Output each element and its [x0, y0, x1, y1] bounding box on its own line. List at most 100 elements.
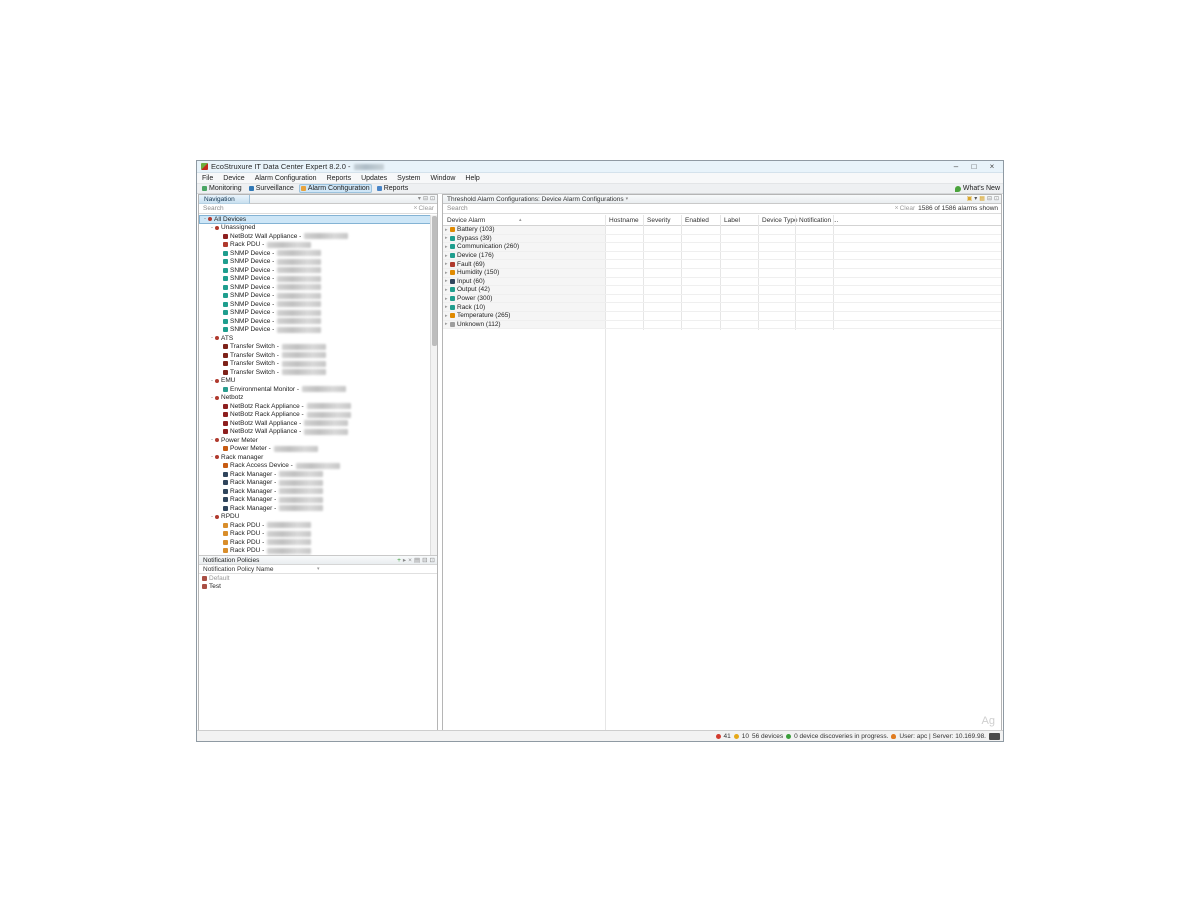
- menu-item[interactable]: Alarm Configuration: [255, 175, 317, 182]
- device-tree-item[interactable]: Rack Manager -: [199, 496, 431, 505]
- menu-item[interactable]: Reports: [327, 175, 352, 182]
- device-tree-item[interactable]: Transfer Switch -: [199, 343, 431, 352]
- device-tree-item[interactable]: SNMP Device -: [199, 275, 431, 284]
- maximize-view-icon[interactable]: ⊡: [994, 195, 999, 204]
- device-tree-item[interactable]: - Netbotz: [199, 394, 431, 403]
- filter-icon[interactable]: ▦: [979, 195, 985, 204]
- device-tree-item[interactable]: Environmental Monitor -: [199, 385, 431, 394]
- device-tree-item[interactable]: Rack Manager -: [199, 479, 431, 488]
- device-tree-item[interactable]: - EMU: [199, 377, 431, 386]
- tree-scrollbar[interactable]: [430, 215, 437, 555]
- menu-item[interactable]: File: [202, 175, 213, 182]
- perspective-button[interactable]: Reports: [375, 184, 411, 193]
- alarm-group-row[interactable]: ▸ Output (42): [443, 286, 1001, 295]
- menu-item[interactable]: Updates: [361, 175, 387, 182]
- device-tree-item[interactable]: Rack Access Device -: [199, 462, 431, 471]
- device-tree-item[interactable]: SNMP Device -: [199, 309, 431, 318]
- maximize-button[interactable]: □: [965, 161, 983, 173]
- menu-item[interactable]: Window: [431, 175, 456, 182]
- column-header[interactable]: Device Alarm: [447, 215, 485, 226]
- minimize-view-icon[interactable]: ⊟: [987, 195, 992, 204]
- device-tree-item[interactable]: NetBotz Wall Appliance -: [199, 428, 431, 437]
- column-header[interactable]: Device Type: [762, 215, 798, 226]
- menu-item[interactable]: System: [397, 175, 420, 182]
- device-tree-item[interactable]: NetBotz Wall Appliance -: [199, 419, 431, 428]
- clear-search-icon[interactable]: ×: [413, 205, 417, 212]
- device-tree-item[interactable]: Rack PDU -: [199, 538, 431, 547]
- device-tree-item[interactable]: - All Devices: [199, 215, 431, 224]
- collapse-all-icon[interactable]: ▾: [418, 195, 421, 204]
- device-tree-item[interactable]: Rack Manager -: [199, 470, 431, 479]
- alarm-group-row[interactable]: ▸ Device (176): [443, 252, 1001, 261]
- perspective-button[interactable]: Surveillance: [247, 184, 296, 193]
- whats-new-link[interactable]: What's New: [955, 185, 1000, 192]
- device-tree-item[interactable]: NetBotz Rack Appliance -: [199, 411, 431, 420]
- view-menu-icon[interactable]: ▾: [974, 195, 977, 204]
- device-tree-item[interactable]: Transfer Switch -: [199, 368, 431, 377]
- scrollbar-thumb[interactable]: [432, 216, 437, 346]
- alarm-group-row[interactable]: ▸ Input (60): [443, 278, 1001, 287]
- device-tree-item[interactable]: Power Meter -: [199, 445, 431, 454]
- device-tree-item[interactable]: - Power Meter: [199, 436, 431, 445]
- device-tree-item[interactable]: SNMP Device -: [199, 292, 431, 301]
- maximize-view-icon[interactable]: ⊡: [430, 195, 435, 204]
- alarm-group-row[interactable]: ▸ Communication (260): [443, 243, 1001, 252]
- alarm-view-title[interactable]: Threshold Alarm Configurations: Device A…: [443, 196, 624, 203]
- minimize-button[interactable]: –: [947, 161, 965, 173]
- policy-row[interactable]: Test: [199, 583, 437, 592]
- device-tree-item[interactable]: - Unassigned: [199, 224, 431, 233]
- new-threshold-icon[interactable]: ▣: [967, 195, 973, 204]
- column-header[interactable]: Enabled: [685, 215, 709, 226]
- device-tree-item[interactable]: - Rack manager: [199, 453, 431, 462]
- device-tree-item[interactable]: Rack PDU -: [199, 530, 431, 539]
- device-tree-item[interactable]: SNMP Device -: [199, 266, 431, 275]
- device-tree-item[interactable]: SNMP Device -: [199, 258, 431, 267]
- alarm-search-input[interactable]: [443, 204, 894, 213]
- clear-alarm-search-button[interactable]: Clear: [900, 205, 916, 212]
- column-header[interactable]: Severity: [647, 215, 670, 226]
- device-tree-item[interactable]: Transfer Switch -: [199, 351, 431, 360]
- device-tree-item[interactable]: Transfer Switch -: [199, 360, 431, 369]
- perspective-button[interactable]: Alarm Configuration: [299, 184, 372, 193]
- device-tree-item[interactable]: Rack PDU -: [199, 521, 431, 530]
- chevron-down-icon[interactable]: ▾: [626, 196, 629, 202]
- redacted-ip: [274, 446, 318, 452]
- device-tree-item[interactable]: - RPDU: [199, 513, 431, 522]
- clear-search-button[interactable]: Clear: [418, 205, 434, 212]
- minimize-view-icon[interactable]: ⊟: [423, 195, 428, 204]
- alarm-group-row[interactable]: ▸ Bypass (39): [443, 235, 1001, 244]
- perspective-button[interactable]: Monitoring: [200, 184, 244, 193]
- device-tree-item[interactable]: SNMP Device -: [199, 326, 431, 335]
- device-tree-item[interactable]: NetBotz Rack Appliance -: [199, 402, 431, 411]
- perspective-icon: [377, 186, 382, 191]
- alarm-group-row[interactable]: ▸ Power (300): [443, 295, 1001, 304]
- column-header[interactable]: Hostname: [609, 215, 639, 226]
- device-tree-item[interactable]: SNMP Device -: [199, 283, 431, 292]
- alarm-group-row[interactable]: ▸ Battery (103): [443, 226, 1001, 235]
- device-tree-item[interactable]: SNMP Device -: [199, 317, 431, 326]
- alarm-group-row[interactable]: ▸ Unknown (112): [443, 321, 1001, 330]
- close-button[interactable]: ×: [983, 161, 1001, 173]
- device-tree-item[interactable]: SNMP Device -: [199, 300, 431, 309]
- alarm-group-row[interactable]: ▸ Temperature (265): [443, 312, 1001, 321]
- device-tree-item[interactable]: Rack Manager -: [199, 504, 431, 513]
- device-label: SNMP Device -: [230, 258, 274, 265]
- tab-navigation[interactable]: Navigation: [199, 195, 250, 204]
- device-tree-item[interactable]: Rack Manager -: [199, 487, 431, 496]
- alarm-group-row[interactable]: ▸ Humidity (150): [443, 269, 1001, 278]
- menu-item[interactable]: Device: [223, 175, 244, 182]
- clear-search-icon[interactable]: ×: [895, 205, 899, 212]
- policy-row[interactable]: Default: [199, 574, 437, 583]
- menu-item[interactable]: Help: [465, 175, 479, 182]
- device-tree-item[interactable]: - ATS: [199, 334, 431, 343]
- alarm-group-row[interactable]: ▸ Fault (69): [443, 260, 1001, 269]
- device-tree-item[interactable]: Rack PDU -: [199, 547, 431, 556]
- device-icon: [215, 515, 219, 519]
- device-tree-item[interactable]: SNMP Device -: [199, 249, 431, 258]
- device-tree-item[interactable]: Rack PDU -: [199, 241, 431, 250]
- device-tree-item[interactable]: NetBotz Wall Appliance -: [199, 232, 431, 241]
- column-header[interactable]: Label: [724, 215, 740, 226]
- policy-name-column-header[interactable]: Notification Policy Name ▾: [199, 565, 437, 574]
- device-search-input[interactable]: [199, 204, 412, 213]
- alarm-group-row[interactable]: ▸ Rack (10): [443, 303, 1001, 312]
